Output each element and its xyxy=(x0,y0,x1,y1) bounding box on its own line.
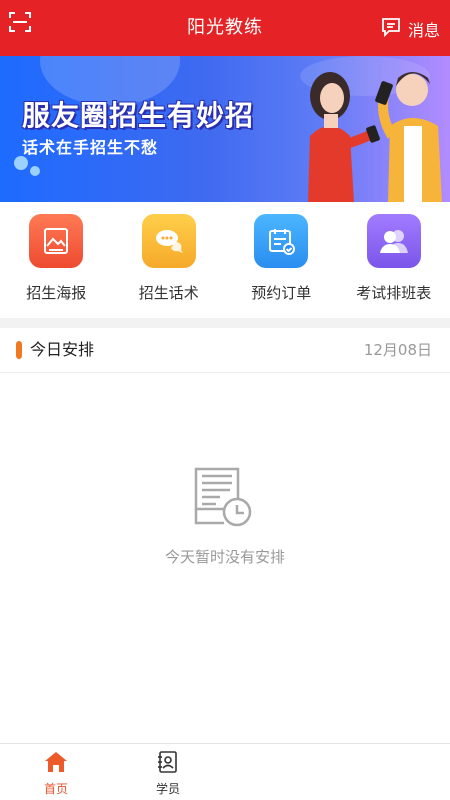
section-divider xyxy=(0,318,450,328)
people-icon xyxy=(366,214,421,268)
tab-students[interactable]: 学员 xyxy=(138,750,198,797)
tab-home[interactable]: 首页 xyxy=(26,750,86,797)
poster-icon xyxy=(29,214,84,268)
banner-headline: 服友圈招生有妙招 xyxy=(22,99,255,132)
home-icon xyxy=(43,752,69,778)
promo-banner[interactable]: 服友圈招生有妙招 话术在手招生不愁 xyxy=(0,56,450,202)
quick-action-poster[interactable]: 招生海报 xyxy=(0,202,113,318)
empty-state-text: 今天暂时没有安排 xyxy=(164,548,285,566)
banner-subtitle: 话术在手招生不愁 xyxy=(22,138,159,157)
bottom-tab-bar: 首页 学员 xyxy=(0,743,450,800)
schedule-date: 12月08日 xyxy=(363,341,432,359)
quick-action-orders[interactable]: 预约订单 xyxy=(225,202,338,318)
banner-bubble xyxy=(14,156,28,170)
messages-label: 消息 xyxy=(407,21,440,40)
quick-action-label: 招生海报 xyxy=(26,284,87,302)
schedule-header: 今日安排 12月08日 xyxy=(0,330,450,373)
document-clock-icon xyxy=(190,467,260,534)
quick-actions: 招生海报 招生话术 预约订单 考试排班表 xyxy=(0,202,450,318)
banner-bubble xyxy=(30,166,40,176)
student-card-icon xyxy=(155,751,181,778)
calendar-check-icon xyxy=(254,214,309,268)
app-header: 阳光教练 消息 xyxy=(0,0,450,56)
message-icon xyxy=(380,16,402,42)
chat-bubbles-icon xyxy=(141,214,196,268)
section-accent-bar xyxy=(16,341,22,359)
quick-action-label: 预约订单 xyxy=(251,284,312,302)
tab-label: 首页 xyxy=(43,782,68,796)
quick-action-script[interactable]: 招生话术 xyxy=(113,202,226,318)
tab-label: 学员 xyxy=(155,782,180,796)
quick-action-label: 考试排班表 xyxy=(356,284,432,302)
banner-people-illustration xyxy=(308,72,442,202)
messages-button[interactable]: 消息 xyxy=(380,16,440,42)
quick-action-exam-schedule[interactable]: 考试排班表 xyxy=(338,202,450,318)
quick-action-label: 招生话术 xyxy=(138,284,199,302)
schedule-title: 今日安排 xyxy=(30,340,95,359)
empty-state: 今天暂时没有安排 xyxy=(0,466,450,567)
